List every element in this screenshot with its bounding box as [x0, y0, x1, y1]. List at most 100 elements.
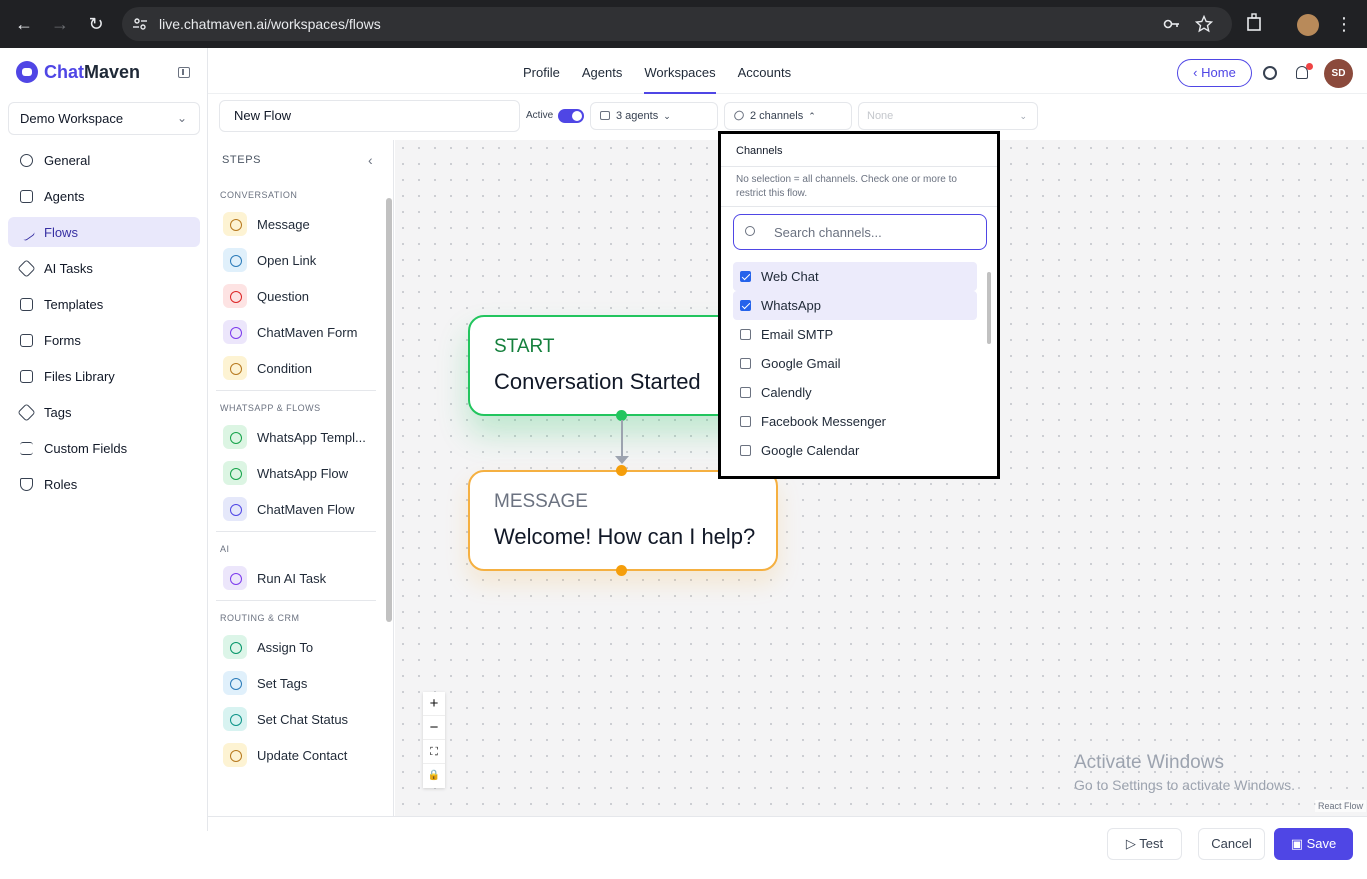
sidebar-collapse-icon[interactable] — [178, 67, 190, 78]
chevron-left-icon[interactable]: ‹ — [368, 152, 373, 168]
active-toggle[interactable] — [558, 109, 584, 123]
refresh-icon — [223, 497, 247, 521]
lock-icon[interactable]: 🔒 — [423, 764, 445, 788]
channel-search-input[interactable]: Search channels... — [733, 214, 987, 250]
sidebar-item-tags[interactable]: Tags — [8, 397, 200, 427]
cancel-button[interactable]: Cancel — [1198, 828, 1265, 860]
tab-accounts[interactable]: Accounts — [727, 48, 802, 94]
none-select-value: None — [867, 110, 894, 122]
back-icon[interactable]: ← — [12, 12, 36, 36]
chevron-left-icon: ‹ — [1193, 65, 1202, 80]
step-message[interactable]: Message — [208, 206, 384, 242]
user-edit-icon — [223, 743, 247, 767]
home-button[interactable]: ‹ Home — [1177, 59, 1252, 87]
step-update-contact[interactable]: Update Contact — [208, 737, 384, 773]
none-select[interactable]: None ⌄ — [858, 102, 1038, 130]
section-divider — [216, 531, 376, 532]
sidebar-item-custom-fields[interactable]: Custom Fields — [8, 433, 200, 463]
step-question[interactable]: Question — [208, 278, 384, 314]
agents-select[interactable]: 3 agents ⌄ — [590, 102, 718, 130]
forward-icon[interactable]: → — [48, 12, 72, 36]
sidebar-item-label: Forms — [44, 332, 81, 348]
checkbox[interactable] — [740, 300, 751, 311]
step-set-tags[interactable]: Set Tags — [208, 665, 384, 701]
flow-edge[interactable] — [621, 420, 623, 460]
whatsapp-icon — [223, 425, 247, 449]
checkbox[interactable] — [740, 416, 751, 427]
browser-menu-icon[interactable]: ⋮ — [1332, 12, 1356, 36]
site-info-icon[interactable] — [132, 16, 148, 32]
node-type: START — [494, 336, 555, 357]
sidebar-item-templates[interactable]: Templates — [8, 289, 200, 319]
user-avatar[interactable]: SD — [1324, 59, 1353, 88]
channel-option-whatsapp[interactable]: WhatsApp — [733, 291, 977, 320]
workspace-select-value: Demo Workspace — [20, 111, 124, 126]
channel-option-web-chat[interactable]: Web Chat — [733, 262, 977, 291]
step-label: ChatMaven Flow — [257, 501, 355, 517]
checkbox[interactable] — [740, 271, 751, 282]
sidebar-item-forms[interactable]: Forms — [8, 325, 200, 355]
tab-agents[interactable]: Agents — [571, 48, 633, 94]
dropdown-title: Channels — [736, 145, 783, 157]
search-placeholder: Search channels... — [774, 225, 882, 240]
fit-view-icon[interactable]: ⛶ — [423, 740, 445, 764]
checkbox[interactable] — [740, 445, 751, 456]
channel-list-scrollbar[interactable] — [987, 272, 991, 344]
step-assign-to[interactable]: Assign To — [208, 629, 384, 665]
message-node[interactable]: MESSAGE Welcome! How can I help? — [468, 470, 778, 571]
windows-watermark-title: Activate Windows — [1074, 752, 1224, 773]
step-condition[interactable]: Condition — [208, 350, 384, 386]
chevron-down-icon: ⌄ — [663, 111, 671, 121]
checkbox[interactable] — [740, 329, 751, 340]
save-button[interactable]: ▣ Save — [1274, 828, 1353, 860]
chatmaven-logo[interactable]: ChatMaven — [16, 61, 140, 83]
test-button[interactable]: ▷ Test — [1107, 828, 1182, 860]
sidebar-item-general[interactable]: General — [8, 145, 200, 175]
channel-option-email-smtp[interactable]: Email SMTP — [733, 320, 977, 349]
extensions-icon[interactable] — [1244, 12, 1266, 34]
save-icon: ▣ — [1290, 836, 1307, 851]
channel-option-google-gmail[interactable]: Google Gmail — [733, 349, 977, 378]
sidebar-item-agents[interactable]: Agents — [8, 181, 200, 211]
bookmark-star-icon[interactable] — [1195, 15, 1213, 33]
settings-gear-icon[interactable] — [1263, 66, 1277, 80]
sidebar-item-flows[interactable]: Flows — [8, 217, 200, 247]
zoom-in-icon[interactable]: + — [423, 692, 445, 716]
channel-option-calendly[interactable]: Calendly — [733, 378, 977, 407]
step-set-chat-status[interactable]: Set Chat Status — [208, 701, 384, 737]
channel-option-google-calendar[interactable]: Google Calendar — [733, 436, 977, 465]
password-key-icon[interactable] — [1162, 15, 1180, 33]
message-node-output-handle[interactable] — [616, 565, 627, 576]
step-chatmaven-flow[interactable]: ChatMaven Flow — [208, 491, 384, 527]
step-chatmaven-form[interactable]: ChatMaven Form — [208, 314, 384, 350]
browser-profile-avatar[interactable] — [1297, 14, 1319, 36]
step-whatsapp-flow[interactable]: WhatsApp Flow — [208, 455, 384, 491]
sidebar-item-roles[interactable]: Roles — [8, 469, 200, 499]
zoom-out-icon[interactable]: − — [423, 716, 445, 740]
checkbox[interactable] — [740, 358, 751, 369]
message-node-input-handle[interactable] — [616, 465, 627, 476]
step-open-link[interactable]: Open Link — [208, 242, 384, 278]
shield-icon — [20, 477, 33, 491]
address-bar[interactable]: live.chatmaven.ai/workspaces/flows — [122, 7, 1232, 41]
checkbox[interactable] — [740, 387, 751, 398]
reload-icon[interactable]: ↻ — [84, 12, 108, 36]
step-whatsapp-template[interactable]: WhatsApp Templ... — [208, 419, 384, 455]
files-icon — [20, 369, 33, 383]
sidebar-item-label: Agents — [44, 188, 85, 204]
sidebar-item-ai-tasks[interactable]: AI Tasks — [8, 253, 200, 283]
channel-option-facebook-messenger[interactable]: Facebook Messenger — [733, 407, 977, 436]
flow-name-input[interactable]: New Flow — [219, 100, 520, 132]
channel-label: Web Chat — [761, 269, 819, 284]
tab-profile[interactable]: Profile — [512, 48, 571, 94]
sidebar-item-files-library[interactable]: Files Library — [8, 361, 200, 391]
browser-chrome: ← → ↻ live.chatmaven.ai/workspaces/flows… — [0, 0, 1367, 48]
step-label: WhatsApp Flow — [257, 465, 349, 481]
workspace-select[interactable]: Demo Workspace ⌄ — [8, 102, 200, 135]
tab-workspaces[interactable]: Workspaces — [633, 48, 726, 94]
react-flow-attribution[interactable]: React Flow — [1315, 800, 1367, 812]
step-run-ai-task[interactable]: Run AI Task — [208, 560, 384, 596]
section-divider — [216, 600, 376, 601]
steps-scrollbar[interactable] — [386, 198, 392, 622]
channels-select[interactable]: 2 channels ⌃ — [724, 102, 852, 130]
